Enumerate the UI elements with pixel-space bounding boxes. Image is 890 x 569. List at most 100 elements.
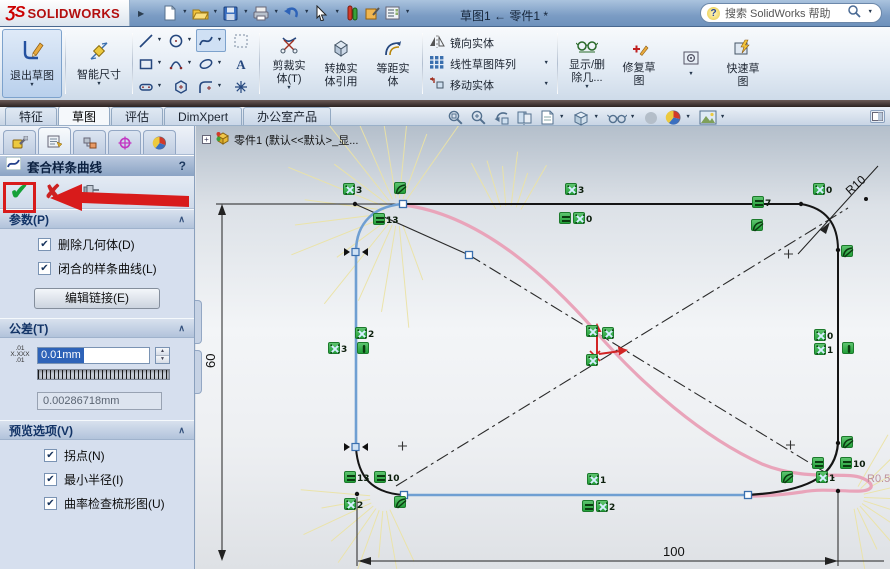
pm-tab-appearances[interactable] <box>143 130 176 154</box>
edit-chaining-button[interactable]: 编辑链接(E) <box>34 288 160 309</box>
display-style-icon[interactable]: ▼ <box>572 109 600 126</box>
preview-options-section-header[interactable]: 预览选项(V) ∧ <box>0 420 194 440</box>
panel-splitter-tab[interactable] <box>195 350 202 394</box>
ellipse-tool[interactable]: ▼ <box>196 52 226 75</box>
panel-splitter-tab[interactable] <box>195 300 202 344</box>
options-list-icon[interactable] <box>383 4 402 23</box>
section-view-icon[interactable] <box>516 109 533 126</box>
tolerance-spinner[interactable]: ▲ ▼ <box>155 346 170 364</box>
undo-icon[interactable] <box>282 4 301 23</box>
circle-tool[interactable]: ▼ <box>166 29 196 52</box>
tolerance-section-header[interactable]: 公差(T) ∧ <box>0 318 194 338</box>
line-dropdown-icon[interactable]: ▼ <box>157 37 162 44</box>
tree-expand-icon[interactable]: + <box>202 135 211 144</box>
circle-dropdown-icon[interactable]: ▼ <box>187 37 192 44</box>
offset-entities-button[interactable]: 等距实体 <box>367 29 419 98</box>
select-cursor-icon[interactable] <box>312 4 331 23</box>
appearances-dropdown-icon[interactable]: ▼ <box>685 114 690 121</box>
spin-down-icon[interactable]: ▼ <box>156 355 169 363</box>
tab-evaluate[interactable]: 评估 <box>111 107 164 125</box>
dim-height-text[interactable]: 60 <box>203 354 218 368</box>
min-radius-checkbox-row[interactable]: ✔ 最小半径(I) <box>44 471 194 488</box>
curvature-comb-checkbox[interactable]: ✔ <box>44 497 57 510</box>
rapid-sketch-button[interactable]: 快速草图 <box>717 29 769 98</box>
appearances-icon[interactable]: ▼ <box>665 109 692 126</box>
open-folder-icon[interactable] <box>191 4 210 23</box>
shadow-icon[interactable] <box>643 110 659 126</box>
dashed-box-tool[interactable] <box>226 29 256 52</box>
previous-view-icon[interactable] <box>493 109 510 126</box>
line-tool[interactable]: ▼ <box>136 29 166 52</box>
smart-dimension-button[interactable]: 智能尺寸 ▼ <box>69 29 129 98</box>
tab-office-products[interactable]: 办公室产品 <box>243 107 332 125</box>
pm-tab-property-manager[interactable] <box>38 127 71 154</box>
tab-dimxpert[interactable]: DimXpert <box>164 107 243 125</box>
collapse-chevron-icon[interactable]: ∧ <box>178 323 185 334</box>
quick-snaps-button[interactable]: ▼ <box>665 29 717 98</box>
dim-width-text[interactable]: 100 <box>663 544 685 559</box>
delete-geometry-checkbox-row[interactable]: ✔ 删除几何体(D) <box>38 236 194 253</box>
search-icon[interactable] <box>847 4 861 23</box>
move-entities-dropdown-icon[interactable]: ▼ <box>544 81 549 88</box>
tolerance-slider[interactable] <box>37 369 170 380</box>
scene-dropdown-icon[interactable]: ▼ <box>720 114 725 121</box>
convert-entities-button[interactable]: 转换实体引用 <box>315 29 367 98</box>
slot-tool[interactable]: ▼ <box>136 75 166 98</box>
fit-spline-curve[interactable] <box>401 203 873 498</box>
hide-show-dropdown-icon[interactable]: ▼ <box>630 114 635 121</box>
quick-snaps-dropdown-icon[interactable]: ▼ <box>688 71 693 78</box>
help-button[interactable]: ? <box>179 159 188 173</box>
feature-tree-root[interactable]: + 零件1 (默认<<默认>_显... <box>202 131 358 148</box>
move-entities-button[interactable]: 移动实体 ▼ <box>429 76 551 93</box>
spline-tool[interactable]: ▼ <box>196 29 226 52</box>
zoom-fit-icon[interactable] <box>447 109 464 126</box>
select-dropdown-icon[interactable]: ▼ <box>334 10 339 16</box>
curvature-comb-checkbox-row[interactable]: ✔ 曲率检查梳形图(U) <box>44 495 194 512</box>
selection-filter-icon[interactable] <box>343 4 362 23</box>
repair-sketch-button[interactable]: 修复草图 <box>613 29 665 98</box>
feature-tree-root-label[interactable]: 零件1 (默认<<默认>_显... <box>234 132 358 148</box>
view-orientation-dropdown-icon[interactable]: ▼ <box>559 114 564 121</box>
display-delete-dropdown-icon[interactable]: ▼ <box>584 84 589 91</box>
pm-tab-dimxpert[interactable] <box>108 130 141 154</box>
closed-spline-checkbox[interactable]: ✔ <box>38 262 51 275</box>
slot-dropdown-icon[interactable]: ▼ <box>157 83 162 90</box>
tab-features[interactable]: 特征 <box>5 107 58 125</box>
tab-sketch[interactable]: 草图 <box>58 106 111 125</box>
trim-dropdown-icon[interactable]: ▼ <box>286 85 291 92</box>
delete-geometry-checkbox[interactable]: ✔ <box>38 238 51 251</box>
trim-entities-button[interactable]: 剪裁实体(T) ▼ <box>263 29 315 98</box>
tolerance-value[interactable]: 0.01mm <box>38 347 84 363</box>
inflection-checkbox[interactable]: ✔ <box>44 449 57 462</box>
print-icon[interactable] <box>252 4 271 23</box>
fillet-tool[interactable]: ▼ <box>196 75 226 98</box>
min-radius-checkbox[interactable]: ✔ <box>44 473 57 486</box>
fillet-dropdown-icon[interactable]: ▼ <box>217 83 222 90</box>
spin-up-icon[interactable]: ▲ <box>156 347 169 356</box>
ellipse-dropdown-icon[interactable]: ▼ <box>217 60 222 67</box>
tolerance-input[interactable]: 0.01mm <box>37 346 150 364</box>
scene-icon[interactable]: ▼ <box>699 110 727 125</box>
menu-expand-arrow[interactable]: ▶ <box>138 9 144 18</box>
polygon-tool[interactable] <box>166 75 196 98</box>
sketch-box-icon[interactable] <box>363 4 382 23</box>
zoom-area-icon[interactable] <box>470 109 487 126</box>
new-document-icon[interactable] <box>160 4 179 23</box>
rectangle-tool[interactable]: ▼ <box>136 52 166 75</box>
exit-sketch-button[interactable]: 退出草图 ▼ <box>2 29 62 98</box>
closed-spline-checkbox-row[interactable]: ✔ 闭合的样条曲线(L) <box>38 260 194 277</box>
print-dropdown-icon[interactable]: ▼ <box>274 10 279 16</box>
dim-radius-text[interactable]: R10 <box>843 172 869 197</box>
collapse-chevron-icon[interactable]: ∧ <box>178 425 185 436</box>
options-dropdown-icon[interactable]: ▼ <box>405 10 410 16</box>
rectangle-dropdown-icon[interactable]: ▼ <box>157 60 162 67</box>
help-search-box[interactable]: ? 搜索 SolidWorks 帮助 ▼ <box>700 3 882 23</box>
linear-pattern-button[interactable]: 线性草图阵列 ▼ <box>429 55 551 72</box>
save-icon[interactable] <box>221 4 240 23</box>
hide-show-icon[interactable]: ▼ <box>606 110 637 125</box>
exit-sketch-dropdown-icon[interactable]: ▼ <box>29 83 34 89</box>
mirror-entities-button[interactable]: 镜向实体 <box>429 34 551 51</box>
arc-tool[interactable]: ▼ <box>166 52 196 75</box>
smart-dimension-dropdown-icon[interactable]: ▼ <box>96 82 101 88</box>
search-input[interactable]: 搜索 SolidWorks 帮助 <box>725 5 842 21</box>
